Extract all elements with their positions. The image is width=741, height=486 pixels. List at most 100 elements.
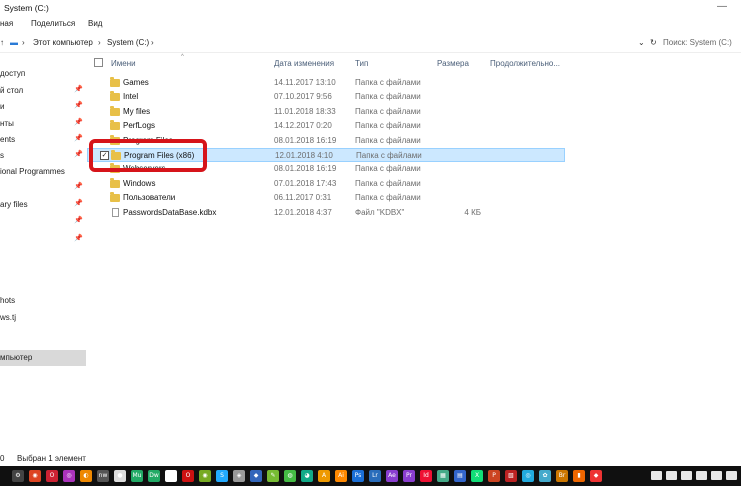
title-bar: System (C:) — (0, 0, 741, 16)
file-row[interactable]: Intel 07.10.2017 9:56 Папка с файлами (87, 90, 565, 104)
sidebar-item-label: hots (0, 296, 16, 305)
select-all-checkbox[interactable] (94, 58, 103, 67)
taskbar-app-icon[interactable]: Dw (148, 470, 160, 482)
minimize-button[interactable]: — (717, 1, 727, 12)
taskbar-app-icon[interactable]: ◎ (63, 470, 75, 482)
taskbar-app-icon[interactable]: ◕ (301, 470, 313, 482)
taskbar-app-icon[interactable]: O (182, 470, 194, 482)
taskbar-app-icon[interactable]: X (471, 470, 483, 482)
file-row[interactable]: Пользователи 06.11.2017 0:31 Папка с фай… (87, 191, 565, 205)
file-type: Папка с файлами (355, 164, 421, 173)
taskbar-app-icon[interactable]: ◐ (80, 470, 92, 482)
taskbar-app-icon[interactable]: Ae (386, 470, 398, 482)
sidebar-item-news-tj[interactable]: ws.tj (0, 310, 86, 326)
taskbar-app-icon[interactable]: ◍ (284, 470, 296, 482)
tray-icon[interactable] (681, 471, 692, 480)
sidebar-item-blank-2[interactable]: 📌 (0, 214, 86, 230)
file-row[interactable]: My files 11.01.2018 18:33 Папка с файлам… (87, 105, 565, 119)
column-size[interactable]: Размера (437, 59, 469, 68)
sidebar-item-label: ws.tj (0, 313, 16, 322)
taskbar-app-icon[interactable]: Ai (335, 470, 347, 482)
taskbar-app-icon[interactable]: ● (114, 470, 126, 482)
file-name: My files (123, 107, 151, 116)
tray-icon[interactable] (711, 471, 722, 480)
sidebar-item-temporary-files[interactable]: ary files 📌 (0, 197, 86, 213)
file-name: PasswordsDataBase.kdbx (123, 208, 217, 217)
taskbar-app-icon[interactable]: A (318, 470, 330, 482)
taskbar-app-icon[interactable]: ✿ (539, 470, 551, 482)
sidebar-item-label: ary files (0, 200, 28, 209)
chevron-down-icon[interactable]: ⌄ (638, 38, 645, 47)
taskbar-app-icon[interactable]: nw (97, 470, 109, 482)
taskbar-app-icon[interactable]: ⚙ (12, 470, 24, 482)
taskbar-app-icon[interactable]: O (46, 470, 58, 482)
tray-icon[interactable] (696, 471, 707, 480)
taskbar-app-icon[interactable]: P (488, 470, 500, 482)
chevron-right-icon[interactable]: › (22, 38, 25, 47)
tray-icon[interactable] (726, 471, 737, 480)
search-input[interactable]: Поиск: System (C:) (663, 38, 732, 47)
sidebar-item-optional-programmes[interactable]: ional Programmes (0, 164, 86, 180)
column-type[interactable]: Тип (355, 59, 368, 68)
file-name: Windows (123, 179, 156, 188)
taskbar-app-icon[interactable]: Pr (403, 470, 415, 482)
taskbar-app-icon[interactable]: ◉ (199, 470, 211, 482)
sidebar-item-quick-access[interactable]: доступ (0, 66, 86, 82)
sidebar-item-desktop[interactable]: й стол 📌 (0, 83, 86, 99)
file-name: Games (123, 78, 149, 87)
file-date: 12.01.2018 4:10 (275, 151, 333, 160)
file-row[interactable]: Games 14.11.2017 13:10 Папка с файлами (87, 76, 565, 90)
file-date: 12.01.2018 4:37 (274, 208, 332, 217)
taskbar-app-icon[interactable]: ▮ (573, 470, 585, 482)
tab-view[interactable]: Вид (88, 19, 102, 28)
file-name: Intel (123, 92, 139, 101)
tray-icon[interactable] (651, 471, 662, 480)
taskbar-app-icon[interactable]: Ps (352, 470, 364, 482)
refresh-icon[interactable]: ↻ (650, 38, 657, 47)
taskbar-app-icon[interactable]: ◆ (590, 470, 602, 482)
pin-icon: 📌 (74, 200, 83, 207)
chevron-right-icon[interactable]: › (151, 38, 154, 47)
sidebar-item-this-pc[interactable]: мпьютер (0, 350, 86, 366)
folder-icon (110, 91, 120, 101)
taskbar-app-icon[interactable]: ◉ (29, 470, 41, 482)
tray-icon[interactable] (666, 471, 677, 480)
sidebar-item-label: ents (0, 135, 16, 144)
taskbar: ⚙ ◉ O ◎ ◐ nw ● Mu Dw ◌ O ◉ S ◈ ◆ ✎ ◍ ◕ A Ai Ps Lr Ae Pr Id ▦ ▤ X P ▧ ◎… (0, 466, 741, 486)
chevron-right-icon[interactable]: › (98, 38, 101, 47)
file-row[interactable]: PasswordsDataBase.kdbx 12.01.2018 4:37 Ф… (87, 206, 565, 220)
back-arrow-icon[interactable]: ↑ (0, 38, 4, 47)
taskbar-app-icon[interactable]: Id (420, 470, 432, 482)
file-row[interactable]: Windows 07.01.2018 17:43 Папка с файлами (87, 177, 565, 191)
tab-share[interactable]: Поделиться (31, 19, 75, 28)
taskbar-app-icon[interactable]: ◌ (165, 470, 177, 482)
window-title: System (C:) (4, 3, 49, 13)
taskbar-app-icon[interactable]: Lr (369, 470, 381, 482)
column-header: ^ Имени Дата изменения Тип Размера Продо… (87, 54, 741, 72)
taskbar-app-icon[interactable]: ◈ (233, 470, 245, 482)
taskbar-app-icon[interactable]: ✎ (267, 470, 279, 482)
column-date[interactable]: Дата изменения (274, 59, 334, 68)
file-row[interactable]: PerfLogs 14.12.2017 0:20 Папка с файлами (87, 119, 565, 133)
sidebar-item-blank-1[interactable]: 📌 (0, 180, 86, 196)
sidebar-item-documents[interactable]: нты 📌 (0, 116, 86, 132)
tab-home[interactable]: ная (0, 19, 13, 28)
taskbar-app-icon[interactable]: Br (556, 470, 568, 482)
column-name[interactable]: Имени (111, 59, 136, 68)
file-name: Пользователи (123, 193, 176, 202)
taskbar-app-icon[interactable]: Mu (131, 470, 143, 482)
taskbar-app-icon[interactable]: S (216, 470, 228, 482)
taskbar-app-icon[interactable]: ▤ (454, 470, 466, 482)
sidebar-item-downloads[interactable]: и 📌 (0, 99, 86, 115)
sidebar-item-s[interactable]: s 📌 (0, 148, 86, 164)
sidebar-item-screenshots[interactable]: hots (0, 293, 86, 309)
taskbar-app-icon[interactable]: ▦ (437, 470, 449, 482)
breadcrumb-this-pc[interactable]: Этот компьютер (33, 38, 93, 47)
taskbar-app-icon[interactable]: ▧ (505, 470, 517, 482)
column-duration[interactable]: Продолжительно... (490, 59, 560, 68)
breadcrumb-system-c[interactable]: System (C:) (107, 38, 149, 47)
taskbar-app-icon[interactable]: ◆ (250, 470, 262, 482)
sidebar-item-documents-en[interactable]: ents 📌 (0, 132, 86, 148)
sidebar-item-blank-3[interactable]: 📌 (0, 232, 86, 248)
taskbar-app-icon[interactable]: ◎ (522, 470, 534, 482)
